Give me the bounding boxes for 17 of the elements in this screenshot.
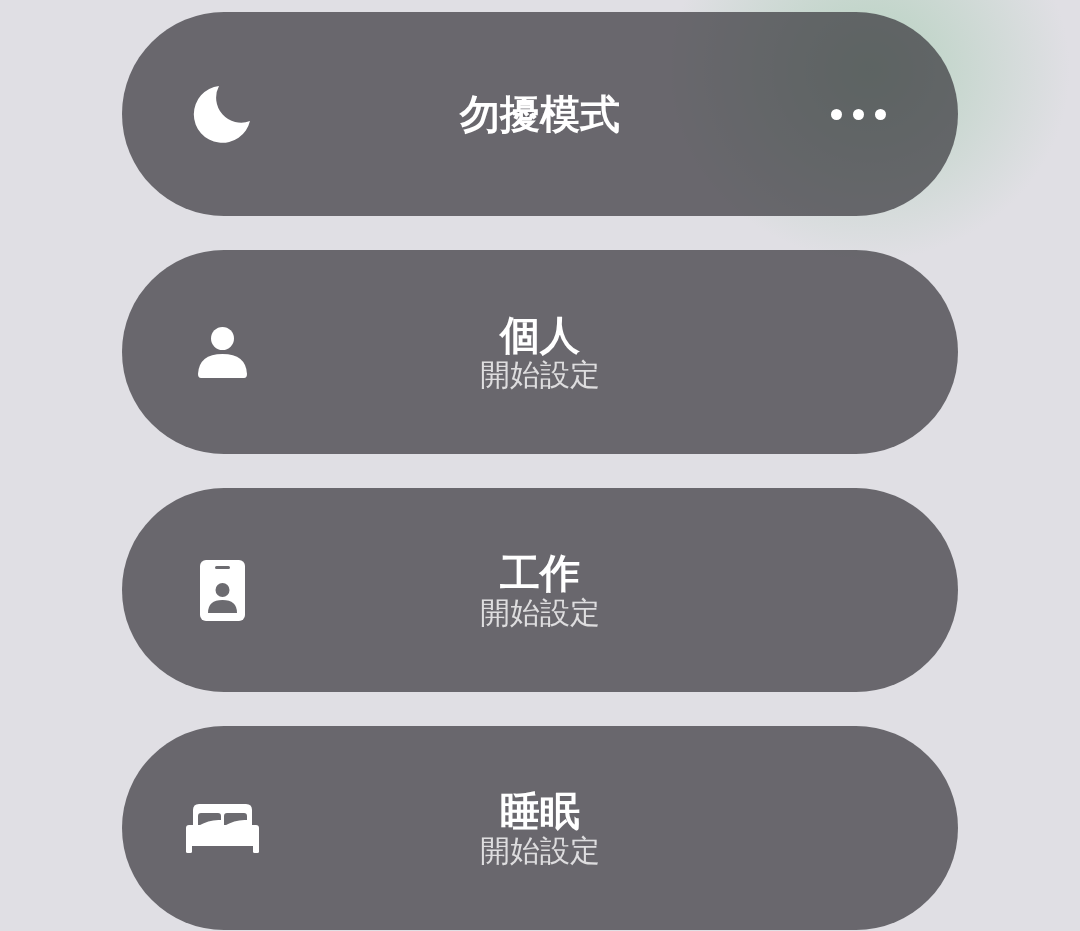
mode-title: 睡眠 (500, 789, 580, 834)
moon-icon (193, 85, 251, 143)
focus-tile[interactable]: 睡眠 開始設定 (122, 726, 958, 930)
mode-status: 開始設定 (480, 833, 600, 867)
mode-title: 工作 (500, 551, 580, 596)
id-badge-icon (199, 559, 245, 621)
bed-icon (185, 803, 259, 853)
focus-tile[interactable]: 工作 開始設定 (122, 488, 958, 692)
focus-tile[interactable]: 個人 開始設定 (122, 250, 958, 454)
ellipsis-icon (830, 108, 886, 120)
mode-title: 個人 (500, 313, 580, 358)
person-icon (197, 326, 247, 378)
mode-status: 開始設定 (480, 357, 600, 391)
focus-tile[interactable]: 勿擾模式 (122, 12, 958, 216)
mode-status: 開始設定 (480, 595, 600, 629)
mode-title: 勿擾模式 (460, 91, 620, 137)
more-button[interactable] (830, 108, 886, 120)
